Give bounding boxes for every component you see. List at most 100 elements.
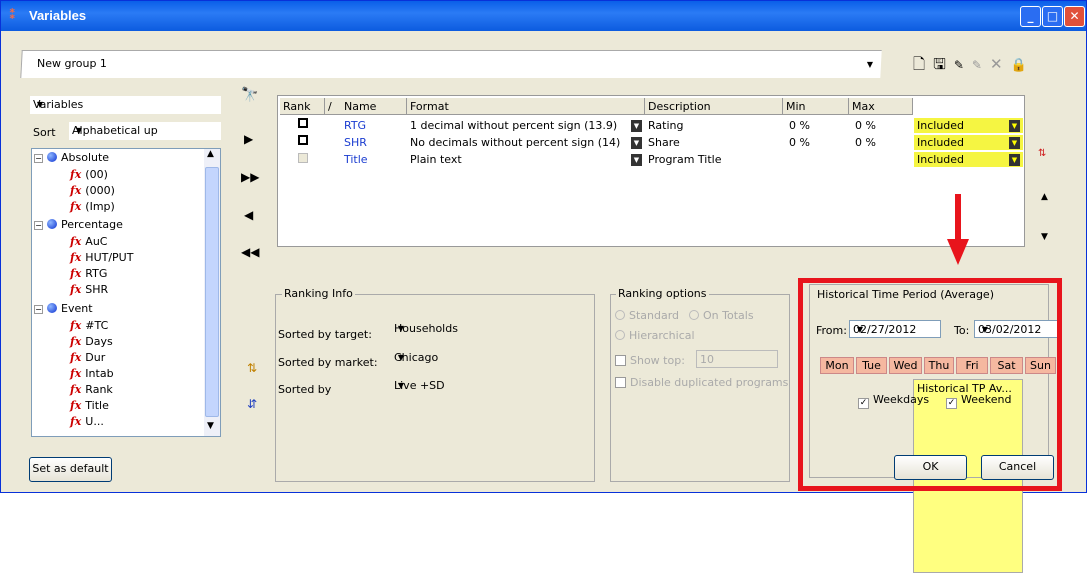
set-default-button[interactable]: Set as default (29, 457, 112, 482)
tree-group-absolute[interactable]: − Absolute (34, 151, 109, 167)
tree-item[interactable]: fx Dur (70, 351, 105, 367)
window-title: Variables (29, 8, 87, 23)
tree-item[interactable]: fx Title (70, 399, 109, 415)
save-as-icon[interactable]: ✎ (954, 58, 972, 72)
variables-dropdown[interactable]: Variables ▼ (30, 96, 221, 114)
row-description[interactable]: Share (645, 135, 783, 150)
historical-dropdown-arrow[interactable]: ▼ (1009, 137, 1020, 149)
show-top-checkbox: Show top: (615, 354, 685, 367)
tree-group-event[interactable]: − Event (34, 302, 93, 318)
radio-icon (615, 330, 625, 340)
ranking-options-title: Ranking options (616, 287, 709, 300)
header-name[interactable]: Name (341, 98, 407, 115)
format-dropdown-arrow[interactable]: ▼ (631, 137, 642, 149)
tree-scrollbar[interactable]: ▲ ▼ (204, 149, 220, 436)
row-max[interactable] (852, 152, 912, 167)
row-description[interactable]: Rating (645, 118, 783, 133)
variables-app-icon: ⁑ (9, 8, 16, 23)
group-icon (47, 152, 57, 162)
row-format[interactable]: 1 decimal without percent sign (13.9) (407, 118, 627, 133)
function-icon: fx (70, 367, 82, 380)
delete-icon[interactable]: ✕ (990, 55, 1011, 73)
tree-item[interactable]: fx (Imp) (70, 200, 115, 216)
move-all-left-icon[interactable]: ◀◀ (241, 245, 259, 259)
minimize-button[interactable]: _ (1020, 6, 1041, 27)
tree-item[interactable]: fx RTG (70, 267, 107, 283)
checkbox-icon (615, 377, 626, 388)
close-button[interactable]: ✕ (1064, 6, 1085, 27)
row-max[interactable]: 0 % (852, 118, 912, 133)
row-max[interactable]: 0 % (852, 135, 912, 150)
market-dropdown[interactable]: Chicago ▼ (391, 349, 586, 367)
move-all-right-icon[interactable]: ▶▶ (241, 170, 259, 184)
variables-tree[interactable]: − Absolute fx (00) fx (000) fx (Imp) − Percen… (31, 148, 221, 437)
row-historical[interactable]: Included (914, 152, 1023, 167)
radio-icon (689, 310, 699, 320)
market-label: Sorted by market: (278, 356, 378, 369)
function-icon: fx (70, 319, 82, 332)
group-tab[interactable] (20, 50, 882, 78)
save-icon[interactable]: 🖫 (933, 55, 954, 73)
target-dropdown[interactable]: Households ▼ (391, 320, 586, 338)
move-right-icon[interactable]: ▶ (244, 132, 253, 146)
tree-item[interactable]: fx SHR (70, 283, 108, 299)
row-description[interactable]: Program Title (645, 152, 783, 167)
row-name[interactable]: Title (341, 152, 407, 167)
tree-item[interactable]: fx (00) (70, 168, 108, 184)
row-name[interactable]: RTG (341, 118, 407, 133)
edit-icon[interactable]: ✎ (972, 58, 990, 72)
maximize-button[interactable]: □ (1042, 6, 1063, 27)
tree-group-percentage[interactable]: − Percentage (34, 218, 123, 234)
function-icon: fx (70, 267, 82, 280)
row-min[interactable]: 0 % (786, 135, 846, 150)
tree-item[interactable]: fx Intab (70, 367, 114, 383)
tree-item[interactable]: fx Rank (70, 383, 113, 399)
row-format[interactable]: No decimals without percent sign (14) (407, 135, 627, 150)
format-dropdown-arrow[interactable]: ▼ (631, 120, 642, 132)
move-up-icon[interactable]: ▲ (1041, 192, 1048, 202)
move-left-icon[interactable]: ◀ (244, 208, 253, 222)
historical-dropdown-arrow[interactable]: ▼ (1009, 120, 1020, 132)
row-min[interactable] (786, 152, 846, 167)
show-top-spinner: 10 (696, 350, 778, 368)
header-description[interactable]: Description (645, 98, 783, 115)
header-max[interactable]: Max (849, 98, 913, 115)
sort-ascending-icon[interactable]: ⇅ (247, 361, 257, 375)
group-dropdown-arrow[interactable]: ▼ (863, 58, 877, 72)
tree-item[interactable]: fx #TC (70, 319, 108, 335)
find-icon[interactable]: 🔭 (241, 87, 258, 103)
function-icon: fx (70, 200, 82, 213)
reorder-icon[interactable]: ⇅ (1038, 148, 1046, 159)
move-down-icon[interactable]: ▼ (1041, 232, 1048, 242)
scroll-thumb[interactable] (205, 167, 219, 417)
sort-dropdown[interactable]: Alphabetical up ▼ (69, 122, 221, 140)
row-historical[interactable]: Included (914, 135, 1023, 150)
sort-descending-icon[interactable]: ⇵ (247, 397, 257, 411)
header-rank[interactable]: Rank (280, 98, 325, 115)
rank-checkbox[interactable] (298, 135, 308, 145)
tree-item[interactable]: fx U... (70, 415, 104, 431)
lock-icon[interactable]: 🔒 (1011, 58, 1035, 73)
tree-item[interactable]: fx Days (70, 335, 113, 351)
format-dropdown-arrow[interactable]: ▼ (631, 154, 642, 166)
header-format[interactable]: Format (407, 98, 645, 115)
tree-item[interactable]: fx AuC (70, 235, 107, 251)
header-min[interactable]: Min (783, 98, 849, 115)
scroll-down-icon[interactable]: ▼ (207, 421, 214, 431)
variables-window: ⁑ Variables _ □ ✕ New group 1 ▼ 🗋🖫✎✎✕🔒 V… (0, 0, 1087, 573)
header-sort-indicator: / (325, 98, 341, 115)
row-min[interactable]: 0 % (786, 118, 846, 133)
new-icon[interactable]: 🗋 (913, 55, 933, 73)
title-bar: ⁑ Variables _ □ ✕ (1, 1, 1086, 31)
row-format[interactable]: Plain text (407, 152, 627, 167)
row-historical[interactable]: Included (914, 118, 1023, 133)
sorted-by-dropdown[interactable]: Live +SD ▼ (391, 377, 586, 395)
function-icon: fx (70, 335, 82, 348)
historical-dropdown-arrow[interactable]: ▼ (1009, 154, 1020, 166)
highlight-arrow-icon (947, 239, 969, 265)
rank-checkbox[interactable] (298, 118, 308, 128)
tree-item[interactable]: fx HUT/PUT (70, 251, 133, 267)
scroll-up-icon[interactable]: ▲ (207, 149, 214, 159)
row-name[interactable]: SHR (341, 135, 407, 150)
tree-item[interactable]: fx (000) (70, 184, 115, 200)
